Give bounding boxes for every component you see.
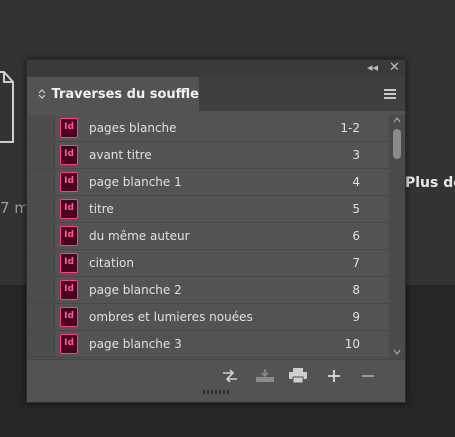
page-range: 6 — [352, 229, 360, 243]
collapse-panel-icon[interactable]: ◂◂ — [367, 61, 378, 75]
tab-label: Traverses du souffle — [51, 87, 199, 102]
panel-chrome-bar[interactable]: ◂◂ ✕ — [27, 60, 405, 77]
book-panel: ◂◂ ✕ Traverses du souffle Id pages blanch… — [26, 59, 406, 403]
document-name: titre — [89, 202, 114, 216]
book-document-list: Id pages blanche 1-2 Id avant titre 3 Id page b… — [27, 115, 389, 359]
scroll-thumb[interactable] — [393, 129, 401, 159]
page-range: 4 — [352, 175, 360, 189]
row-status-cell — [27, 304, 55, 330]
print-icon[interactable] — [289, 368, 307, 387]
list-item[interactable]: Id page blanche 3 10 — [27, 331, 389, 358]
row-status-cell — [27, 169, 55, 195]
document-name: citation — [89, 256, 134, 270]
import-icon[interactable] — [255, 368, 275, 387]
row-status-cell — [27, 142, 55, 168]
synchronize-icon[interactable] — [221, 368, 239, 387]
row-status-cell — [27, 250, 55, 276]
indesign-document-icon: Id — [60, 145, 78, 165]
page-range: 9 — [352, 310, 360, 324]
indesign-document-icon: Id — [60, 307, 78, 327]
list-item[interactable]: Id page blanche 1 4 — [27, 169, 389, 196]
remove-icon[interactable] — [361, 368, 375, 387]
page-range: 8 — [352, 283, 360, 297]
row-status-cell — [27, 196, 55, 222]
row-status-cell — [27, 223, 55, 249]
page-range: 5 — [352, 202, 360, 216]
background-more-link[interactable]: Plus de — [405, 175, 455, 191]
close-panel-icon[interactable]: ✕ — [389, 61, 400, 75]
list-item[interactable]: Id pages blanche 1-2 — [27, 115, 389, 142]
document-name: page blanche 2 — [89, 283, 182, 297]
panel-footer — [27, 359, 405, 395]
indesign-document-icon: Id — [60, 334, 78, 354]
list-item[interactable]: Id ombres et lumieres nouées 9 — [27, 304, 389, 331]
add-icon[interactable] — [327, 368, 341, 387]
document-name: avant titre — [89, 148, 152, 162]
scroll-up-icon[interactable] — [393, 116, 401, 126]
list-scrollbar[interactable] — [389, 115, 405, 359]
list-item[interactable]: Id page blanche 2 8 — [27, 277, 389, 304]
row-status-cell — [27, 277, 55, 303]
page-range: 1-2 — [340, 121, 360, 135]
document-name: du même auteur — [89, 229, 190, 243]
document-name: pages blanche — [89, 121, 177, 135]
tab-book[interactable]: Traverses du souffle — [27, 77, 199, 112]
indesign-document-icon: Id — [60, 118, 78, 138]
scroll-down-icon[interactable] — [393, 348, 401, 358]
page-range: 7 — [352, 256, 360, 270]
panel-menu-icon[interactable] — [384, 89, 396, 101]
document-icon — [0, 71, 14, 143]
panel-resize-grip[interactable] — [203, 390, 229, 394]
panel-tab-bar: Traverses du souffle — [27, 77, 405, 112]
list-item[interactable]: Id du même auteur 6 — [27, 223, 389, 250]
indesign-document-icon: Id — [60, 280, 78, 300]
indesign-document-icon: Id — [60, 253, 78, 273]
indesign-document-icon: Id — [60, 226, 78, 246]
page-range: 10 — [344, 337, 360, 351]
row-status-cell — [27, 331, 55, 357]
row-status-cell — [27, 115, 55, 141]
list-item[interactable]: Id titre 5 — [27, 196, 389, 223]
document-name: page blanche 1 — [89, 175, 182, 189]
document-name: ombres et lumieres nouées — [89, 310, 253, 324]
tab-expand-icon[interactable] — [36, 88, 48, 101]
indesign-document-icon: Id — [60, 199, 78, 219]
list-item[interactable]: Id avant titre 3 — [27, 142, 389, 169]
indesign-document-icon: Id — [60, 172, 78, 192]
document-name: page blanche 3 — [89, 337, 182, 351]
list-item[interactable]: Id citation 7 — [27, 250, 389, 277]
page-range: 3 — [352, 148, 360, 162]
